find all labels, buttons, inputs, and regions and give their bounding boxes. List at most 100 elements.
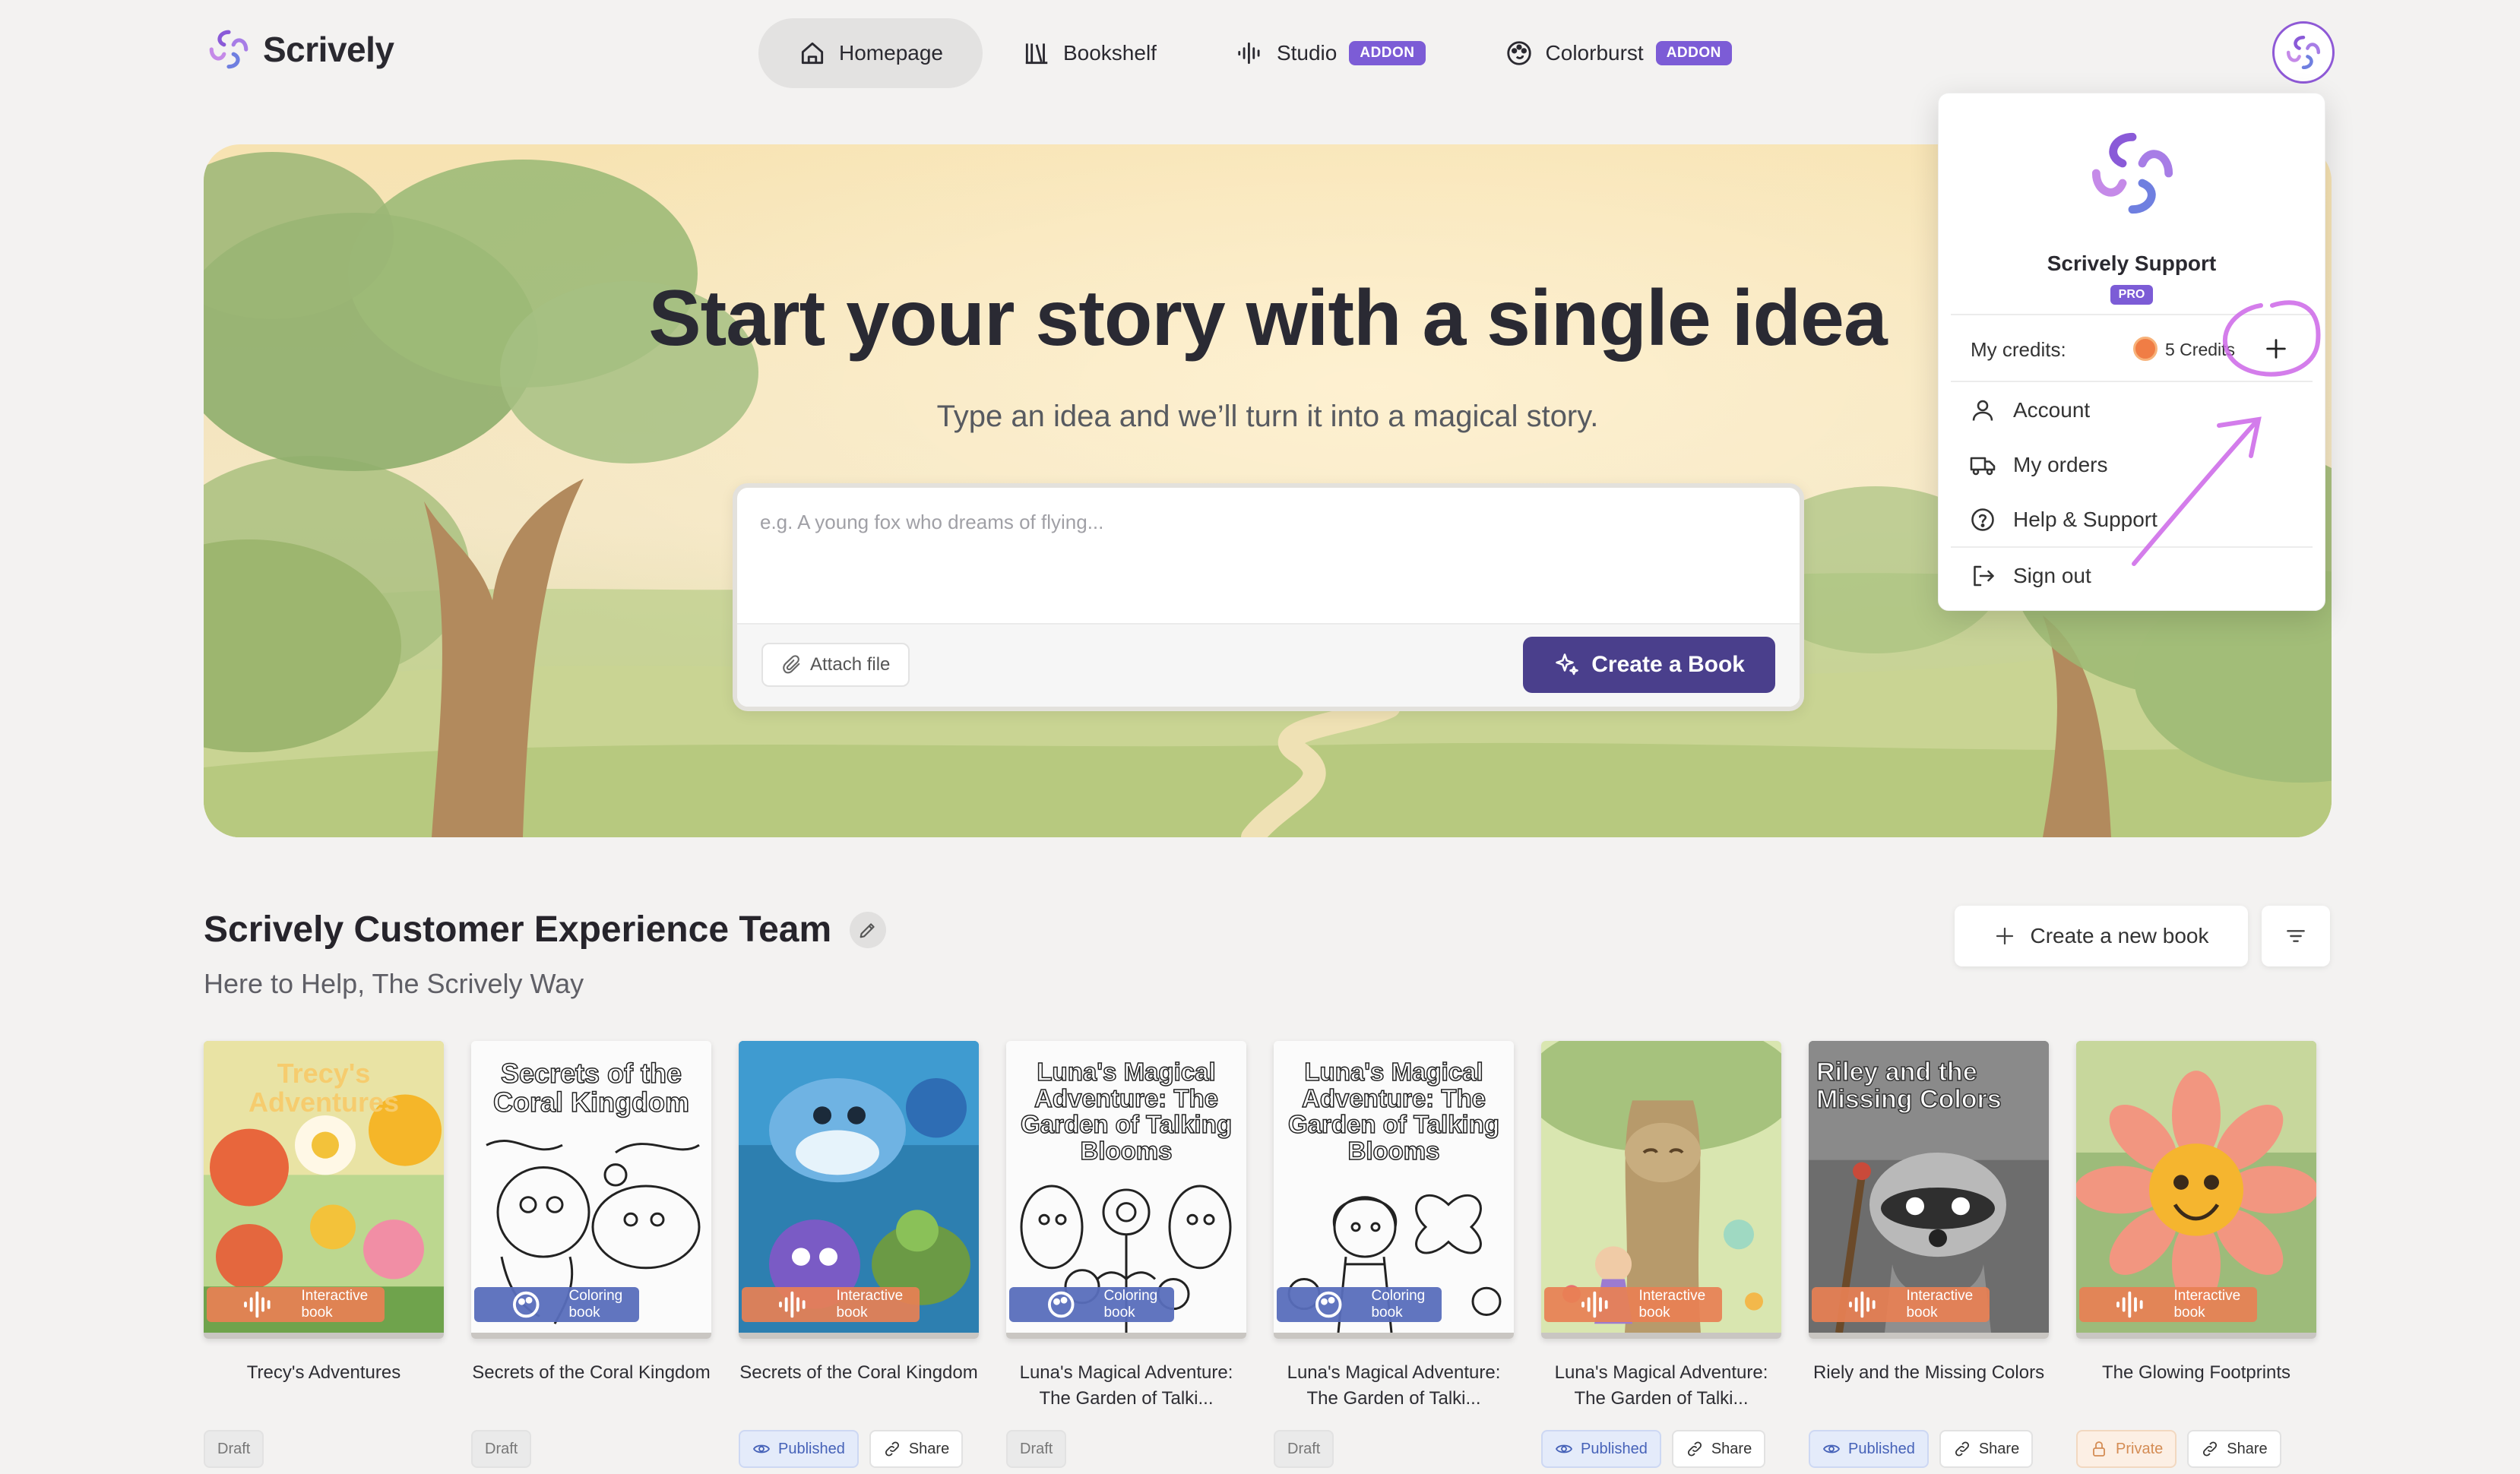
main-nav: Homepage Bookshelf Studio ADDON Colorbur… <box>758 18 1771 88</box>
bookshelf-icon <box>1025 43 1048 65</box>
share-label: Share <box>1711 1440 1752 1457</box>
plan-badge: PRO <box>2110 285 2153 305</box>
book-title[interactable]: Secrets of the Coral Kingdom <box>471 1360 711 1415</box>
avatar-logo-icon <box>2286 35 2321 70</box>
book-type-badge: Interactive book <box>1544 1287 1723 1322</box>
book-type-label: Interactive book <box>836 1288 904 1321</box>
plus-icon <box>1996 927 2014 945</box>
plus-icon <box>2266 339 2286 359</box>
book-card[interactable]: Riley and the Missing Colors Interactive… <box>1809 1041 2049 1468</box>
book-cover-title: Secrets of the Coral Kingdom <box>492 1058 690 1118</box>
app-logo[interactable]: Scrively <box>205 26 394 73</box>
book-cover[interactable]: Interactive book <box>2076 1041 2316 1339</box>
create-new-book-button[interactable]: Create a new book <box>1955 906 2248 966</box>
share-button[interactable]: Share <box>1939 1430 2034 1468</box>
book-actions: Draft <box>204 1430 444 1468</box>
menu-item-sign-out[interactable]: Sign out <box>1969 557 2091 595</box>
link-icon <box>1687 1441 1702 1457</box>
book-title[interactable]: Secrets of the Coral Kingdom <box>739 1360 979 1415</box>
book-type-label: Coloring book <box>1103 1288 1158 1321</box>
share-button[interactable]: Share <box>1671 1430 1766 1468</box>
help-icon <box>1971 508 1994 531</box>
status-badge[interactable]: Published <box>1809 1430 1929 1468</box>
menu-item-orders[interactable]: My orders <box>1969 446 2107 484</box>
sign-out-icon <box>1974 565 1994 587</box>
book-cover[interactable]: Secrets of the Coral Kingdom Coloring bo… <box>471 1041 711 1339</box>
book-list: Trecy's Adventures Interactive book Trec… <box>204 1041 2316 1468</box>
nav-studio[interactable]: Studio ADDON <box>1196 18 1465 88</box>
nav-colorburst[interactable]: Colorburst ADDON <box>1465 18 1771 88</box>
eye-icon <box>1555 1444 1573 1453</box>
book-title[interactable]: Trecy's Adventures <box>204 1360 444 1415</box>
lock-icon <box>2093 1441 2105 1457</box>
book-cover[interactable]: Luna's Magical Adventure: The Garden of … <box>1006 1041 1246 1339</box>
menu-item-label: Help & Support <box>2013 508 2158 531</box>
nav-bookshelf-label: Bookshelf <box>1062 41 1157 65</box>
menu-divider <box>1951 314 2313 315</box>
eye-icon <box>752 1444 771 1453</box>
book-cover[interactable]: Interactive book <box>739 1041 979 1339</box>
menu-item-help[interactable]: Help & Support <box>1969 501 2158 539</box>
book-title[interactable]: Luna's Magical Adventure: The Garden of … <box>1541 1360 1781 1415</box>
book-card[interactable]: Secrets of the Coral Kingdom Coloring bo… <box>471 1041 711 1468</box>
status-label: Published <box>1848 1440 1915 1457</box>
palette-icon <box>1047 1291 1075 1318</box>
create-book-button[interactable]: Create a Book <box>1523 637 1775 693</box>
book-type-label: Interactive book <box>2173 1288 2241 1321</box>
book-type-badge: Interactive book <box>742 1287 920 1322</box>
book-cover-title: Luna's Magical Adventure: The Garden of … <box>1020 1058 1233 1165</box>
filter-button[interactable] <box>2262 906 2330 966</box>
book-title[interactable]: Riely and the Missing Colors <box>1809 1360 2049 1415</box>
book-actions: Draft <box>471 1430 711 1468</box>
status-badge[interactable]: Private <box>2076 1430 2177 1468</box>
book-actions: Published Share <box>1541 1430 1781 1468</box>
book-actions: Private Share <box>2076 1430 2316 1468</box>
palette-icon <box>512 1291 540 1318</box>
audio-wave-icon <box>2116 1291 2143 1318</box>
idea-input[interactable] <box>760 511 1778 594</box>
book-cover-title: Riley and the Missing Colors <box>1816 1058 2002 1114</box>
nav-colorburst-label: Colorburst <box>1545 41 1644 65</box>
sparkle-icon <box>1556 653 1579 675</box>
credits-value: 5 Credits <box>2165 340 2236 359</box>
share-button[interactable]: Share <box>2187 1430 2281 1468</box>
book-type-badge: Interactive book <box>1812 1287 1990 1322</box>
book-card[interactable]: Luna's Magical Adventure: The Garden of … <box>1006 1041 1246 1468</box>
share-label: Share <box>1978 1440 2020 1457</box>
share-button[interactable]: Share <box>869 1430 964 1468</box>
attach-file-button[interactable]: Attach file <box>761 643 910 687</box>
status-label: Private <box>2116 1440 2164 1457</box>
audio-wave-icon <box>244 1291 271 1318</box>
audio-wave-icon <box>1581 1291 1608 1318</box>
status-badge[interactable]: Published <box>1541 1430 1661 1468</box>
menu-item-label: My orders <box>2013 453 2108 476</box>
edit-team-button[interactable] <box>850 911 887 948</box>
account-avatar-button[interactable] <box>2272 21 2335 84</box>
book-card[interactable]: Luna's Magical Adventure: The Garden of … <box>1274 1041 1514 1468</box>
book-title[interactable]: Luna's Magical Adventure: The Garden of … <box>1274 1360 1514 1415</box>
book-card[interactable]: Trecy's Adventures Interactive book Trec… <box>204 1041 444 1468</box>
create-new-book-label: Create a new book <box>2030 924 2209 947</box>
team-subtitle: Here to Help, The Scrively Way <box>204 968 584 999</box>
menu-item-account[interactable]: Account <box>1969 391 2090 429</box>
book-cover[interactable]: Riley and the Missing Colors Interactive… <box>1809 1041 2049 1339</box>
book-card[interactable]: Interactive book Luna's Magical Adventur… <box>1541 1041 1781 1468</box>
pencil-icon <box>860 922 875 938</box>
palette-icon <box>1315 1291 1342 1318</box>
add-credits-button[interactable] <box>2253 326 2299 372</box>
book-type-badge: Coloring book <box>474 1287 640 1322</box>
book-card[interactable]: Interactive book The Glowing Footprints … <box>2076 1041 2316 1468</box>
book-title[interactable]: Luna's Magical Adventure: The Garden of … <box>1006 1360 1246 1415</box>
book-actions: Published Share <box>739 1430 979 1468</box>
book-cover[interactable]: Trecy's Adventures Interactive book <box>204 1041 444 1339</box>
book-cover[interactable]: Interactive book <box>1541 1041 1781 1339</box>
book-title[interactable]: The Glowing Footprints <box>2076 1360 2316 1415</box>
team-title-text: Scrively Customer Experience Team <box>204 909 832 950</box>
nav-homepage[interactable]: Homepage <box>758 18 983 88</box>
nav-bookshelf[interactable]: Bookshelf <box>983 18 1196 88</box>
attach-file-label: Attach file <box>810 654 891 675</box>
status-badge[interactable]: Published <box>739 1430 859 1468</box>
book-card[interactable]: Interactive book Secrets of the Coral Ki… <box>739 1041 979 1468</box>
app-name: Scrively <box>263 30 394 69</box>
book-cover[interactable]: Luna's Magical Adventure: The Garden of … <box>1274 1041 1514 1339</box>
